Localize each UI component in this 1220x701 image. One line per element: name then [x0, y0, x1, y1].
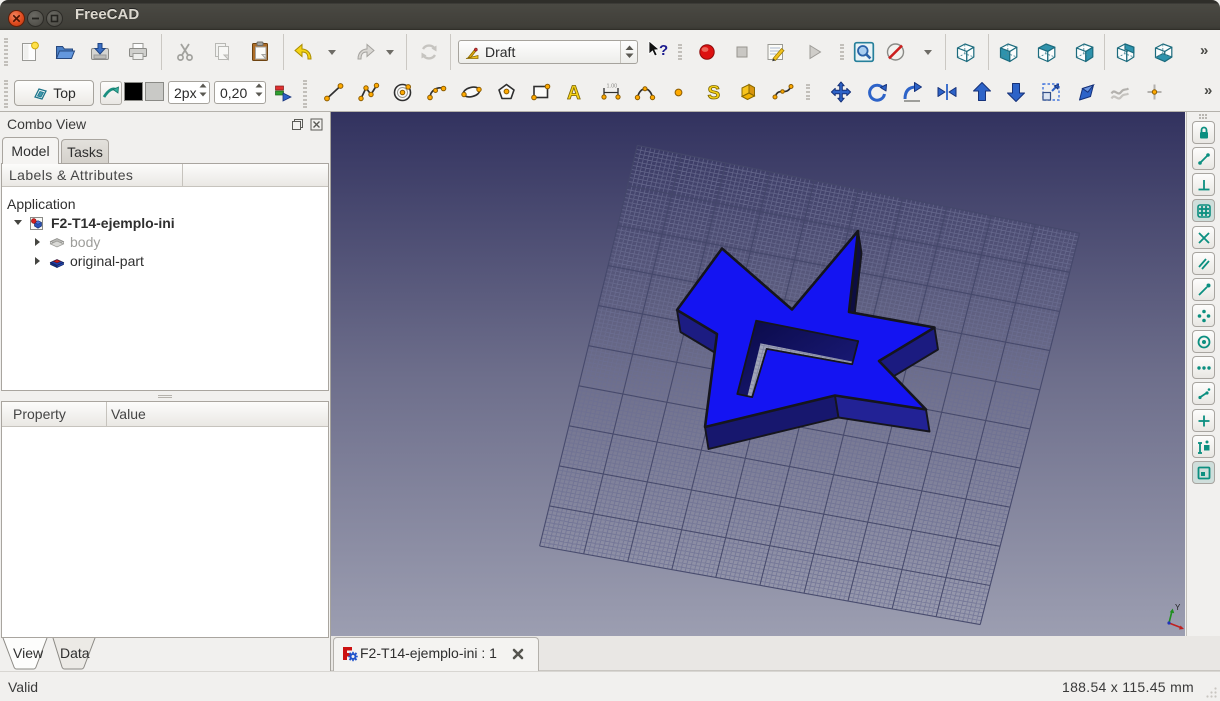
svg-text:?: ?: [659, 42, 668, 59]
svg-text:S: S: [708, 83, 721, 104]
svg-text:Y: Y: [1175, 603, 1181, 612]
svg-text:1.00: 1.00: [607, 84, 618, 90]
svg-text:Data: Data: [60, 645, 90, 661]
svg-text:View: View: [13, 645, 44, 661]
svg-text:A: A: [567, 83, 581, 104]
